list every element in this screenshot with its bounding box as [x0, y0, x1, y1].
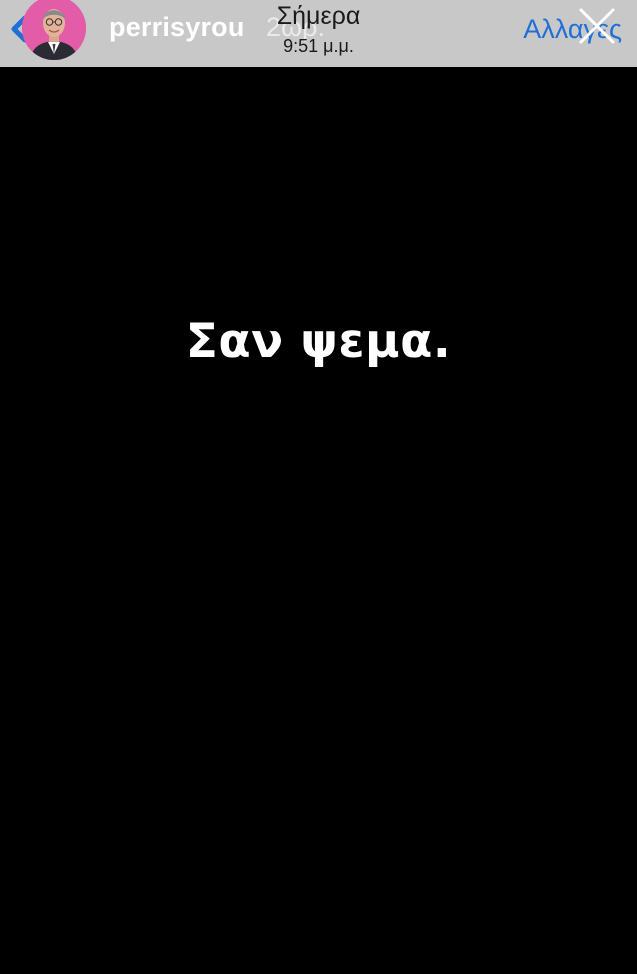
story-content[interactable]: Σαν ψεμα.: [0, 67, 637, 974]
story-header-bar: perrisyrou 2ωρ. Σήμερα 9:51 μ.μ. Αλλαγές: [0, 0, 637, 67]
story-text: Σαν ψεμα.: [185, 314, 452, 369]
close-icon[interactable]: [577, 6, 617, 46]
